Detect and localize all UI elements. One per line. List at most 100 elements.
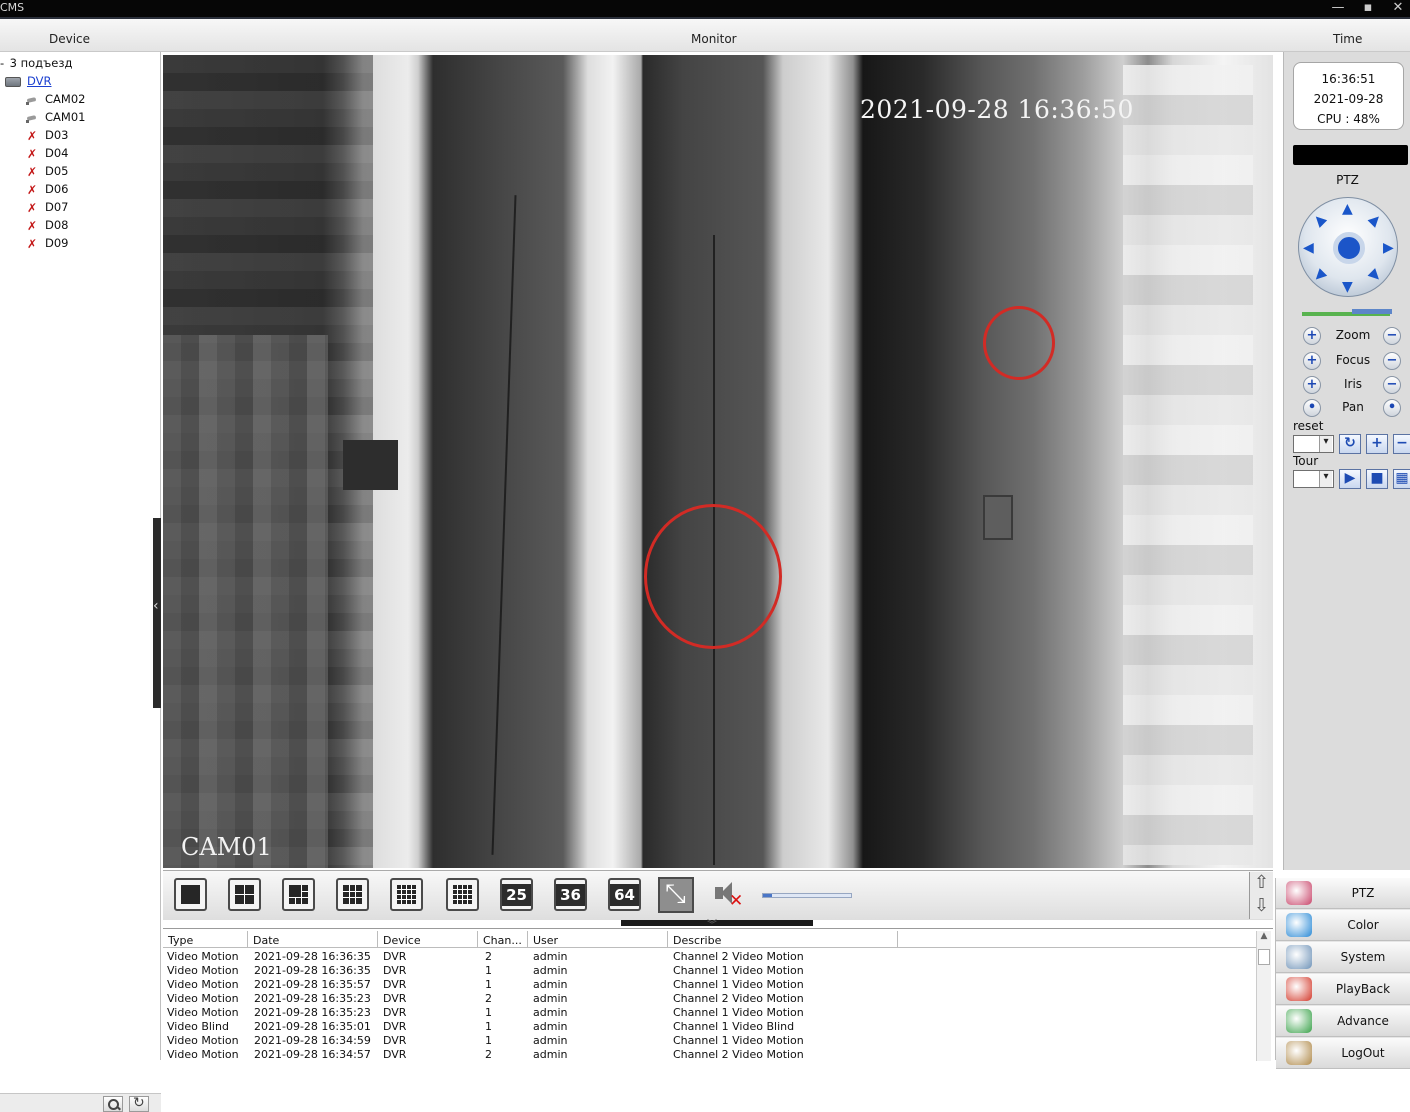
col-channel[interactable]: Chan... [478,931,528,948]
ptz-down-icon[interactable]: ▼ [1342,280,1353,294]
table-cell: 2021-09-28 16:36:35 [254,950,371,963]
tree-channel-d08[interactable]: ✗ D08 [25,217,69,233]
toolbar-scroll: ⇧ ⇩ [1249,872,1273,919]
tree-group[interactable]: - 3 подъезд [0,55,72,71]
menu-color[interactable]: Color [1276,910,1410,941]
col-device[interactable]: Device [378,931,478,948]
layout-4-button[interactable] [228,878,261,911]
table-row[interactable]: Video Blind 2021-09-28 16:35:01 DVR 1 admin C… [163,1020,1256,1034]
ptz-speed-slider[interactable] [1302,309,1392,316]
ptz-center-button[interactable] [1333,232,1365,264]
tree-channel-d09[interactable]: ✗ D09 [25,235,69,251]
tour-stop-icon[interactable]: ■ [1366,469,1388,489]
layout-8-button[interactable] [390,878,423,911]
menu-logout[interactable]: LogOut [1276,1038,1410,1069]
zoom-row: + Zoom − [1303,327,1403,345]
table-cell: admin [533,1006,568,1019]
log-split-handle[interactable] [621,916,813,931]
device-tree-panel: - 3 подъезд DVR CAM02 CAM01 ✗ D03 ✗ D04 ✗ D05 ✗ D… [0,52,161,1112]
table-cell: Channel 1 Video Motion [673,1034,804,1047]
tree-channel-d06[interactable]: ✗ D06 [25,181,69,197]
zoom-label: Zoom [1335,328,1371,342]
log-scrollbar[interactable]: ▲ [1256,931,1271,1061]
ptz-right-icon[interactable]: ▶ [1383,241,1394,255]
iris-minus-icon[interactable]: − [1383,376,1401,394]
close-icon[interactable]: ✕ [1385,0,1410,18]
minimize-icon[interactable]: — [1325,0,1351,18]
focus-minus-icon[interactable]: − [1383,352,1401,370]
tour-grid-icon[interactable]: ▦ [1393,469,1410,489]
ptz-left-icon[interactable]: ◀ [1303,241,1314,255]
table-row[interactable]: Video Motion 2021-09-28 16:35:23 DVR 2 admin… [163,992,1256,1006]
table-cell: Video Motion [167,978,239,991]
menu-advance[interactable]: Advance [1276,1006,1410,1037]
table-row[interactable]: Video Motion 2021-09-28 16:36:35 DVR 2 admin… [163,950,1256,964]
clock-box: 16:36:51 2021-09-28 CPU : 48% [1293,62,1404,130]
mute-icon[interactable]: ✕ [713,881,745,911]
volume-slider[interactable] [762,893,852,898]
ptz-down-left-icon[interactable]: ▲ [1310,267,1329,286]
video-viewport[interactable]: 2021-09-28 16:36:50 CAM01 [163,55,1273,868]
tree-channel-d05[interactable]: ✗ D05 [25,163,69,179]
layout-16-button[interactable] [446,878,479,911]
table-row[interactable]: Video Motion 2021-09-28 16:35:57 DVR 1 admin… [163,978,1256,992]
menu-ptz[interactable]: PTZ [1276,878,1410,909]
ptz-up-icon[interactable]: ▲ [1342,202,1353,216]
tree-channel-cam01[interactable]: CAM01 [25,109,85,125]
pan-right-icon[interactable]: • [1383,399,1401,417]
scroll-down-icon[interactable]: ⇩ [1250,895,1273,918]
tree-channel-label: D06 [45,182,69,196]
pan-left-icon[interactable]: • [1303,399,1321,417]
table-row[interactable]: Video Motion 2021-09-28 16:34:59 DVR 1 admin… [163,1034,1256,1048]
camera-offline-icon: ✗ [26,146,38,161]
tree-channel-d04[interactable]: ✗ D04 [25,145,69,161]
layout-1-button[interactable] [174,878,207,911]
zoom-in-icon[interactable]: + [1303,327,1321,345]
table-row[interactable]: Video Motion 2021-09-28 16:35:23 DVR 1 admin… [163,1006,1256,1020]
tree-channel-d03[interactable]: ✗ D03 [25,127,69,143]
tree-expander-icon[interactable]: - [0,55,6,71]
refresh-icon[interactable] [129,1095,149,1112]
pan-row: • Pan • [1303,399,1403,417]
ptz-up-right-icon[interactable]: ▲ [1366,211,1385,230]
layout-64-button[interactable]: 64 [608,878,641,911]
maximize-icon[interactable]: ▪ [1355,0,1381,18]
tree-dvr-label[interactable]: DVR [27,74,52,88]
zoom-out-icon[interactable]: − [1383,327,1401,345]
layout-6-button[interactable] [282,878,315,911]
ptz-direction-pad[interactable]: ▲ ▼ ◀ ▶ ▲ ▲ ▲ ▲ [1298,197,1398,297]
tree-channel-d07[interactable]: ✗ D07 [25,199,69,215]
tour-select[interactable] [1293,470,1334,488]
preset-add-icon[interactable]: + [1366,434,1388,454]
ptz-up-left-icon[interactable]: ▲ [1310,211,1329,230]
layout-36-button[interactable]: 36 [554,878,587,911]
layout-25-button[interactable]: 25 [500,878,533,911]
menu-playback[interactable]: PlayBack [1276,974,1410,1005]
tree-channel-cam02[interactable]: CAM02 [25,91,85,107]
table-row[interactable]: Video Motion 2021-09-28 16:36:35 DVR 1 admin… [163,964,1256,978]
menu-system[interactable]: System [1276,942,1410,973]
tour-play-icon[interactable]: ▶ [1339,469,1361,489]
scroll-up-icon[interactable]: ⇧ [1250,872,1273,895]
fullscreen-icon[interactable] [658,877,694,913]
preset-select[interactable] [1293,435,1334,453]
iris-plus-icon[interactable]: + [1303,376,1321,394]
col-type[interactable]: Type [163,931,248,948]
layout-9-button[interactable] [336,878,369,911]
col-describe[interactable]: Describe [668,931,898,948]
preset-remove-icon[interactable]: − [1393,434,1410,454]
dvr-icon [5,76,21,87]
search-icon[interactable] [103,1096,123,1112]
col-date[interactable]: Date [248,931,378,948]
scroll-up-icon[interactable]: ▲ [1257,931,1271,945]
col-user[interactable]: User [528,931,668,948]
camera-online-icon [25,95,39,105]
preset-goto-icon[interactable]: ↻ [1339,434,1361,454]
ptz-down-right-icon[interactable]: ▲ [1366,267,1385,286]
scroll-thumb[interactable] [1258,949,1270,965]
camera-offline-icon: ✗ [26,236,38,251]
focus-plus-icon[interactable]: + [1303,352,1321,370]
tree-dvr[interactable]: DVR [5,73,52,89]
monitor-header: Monitor [691,32,737,46]
collapse-panel-handle[interactable] [153,518,161,708]
